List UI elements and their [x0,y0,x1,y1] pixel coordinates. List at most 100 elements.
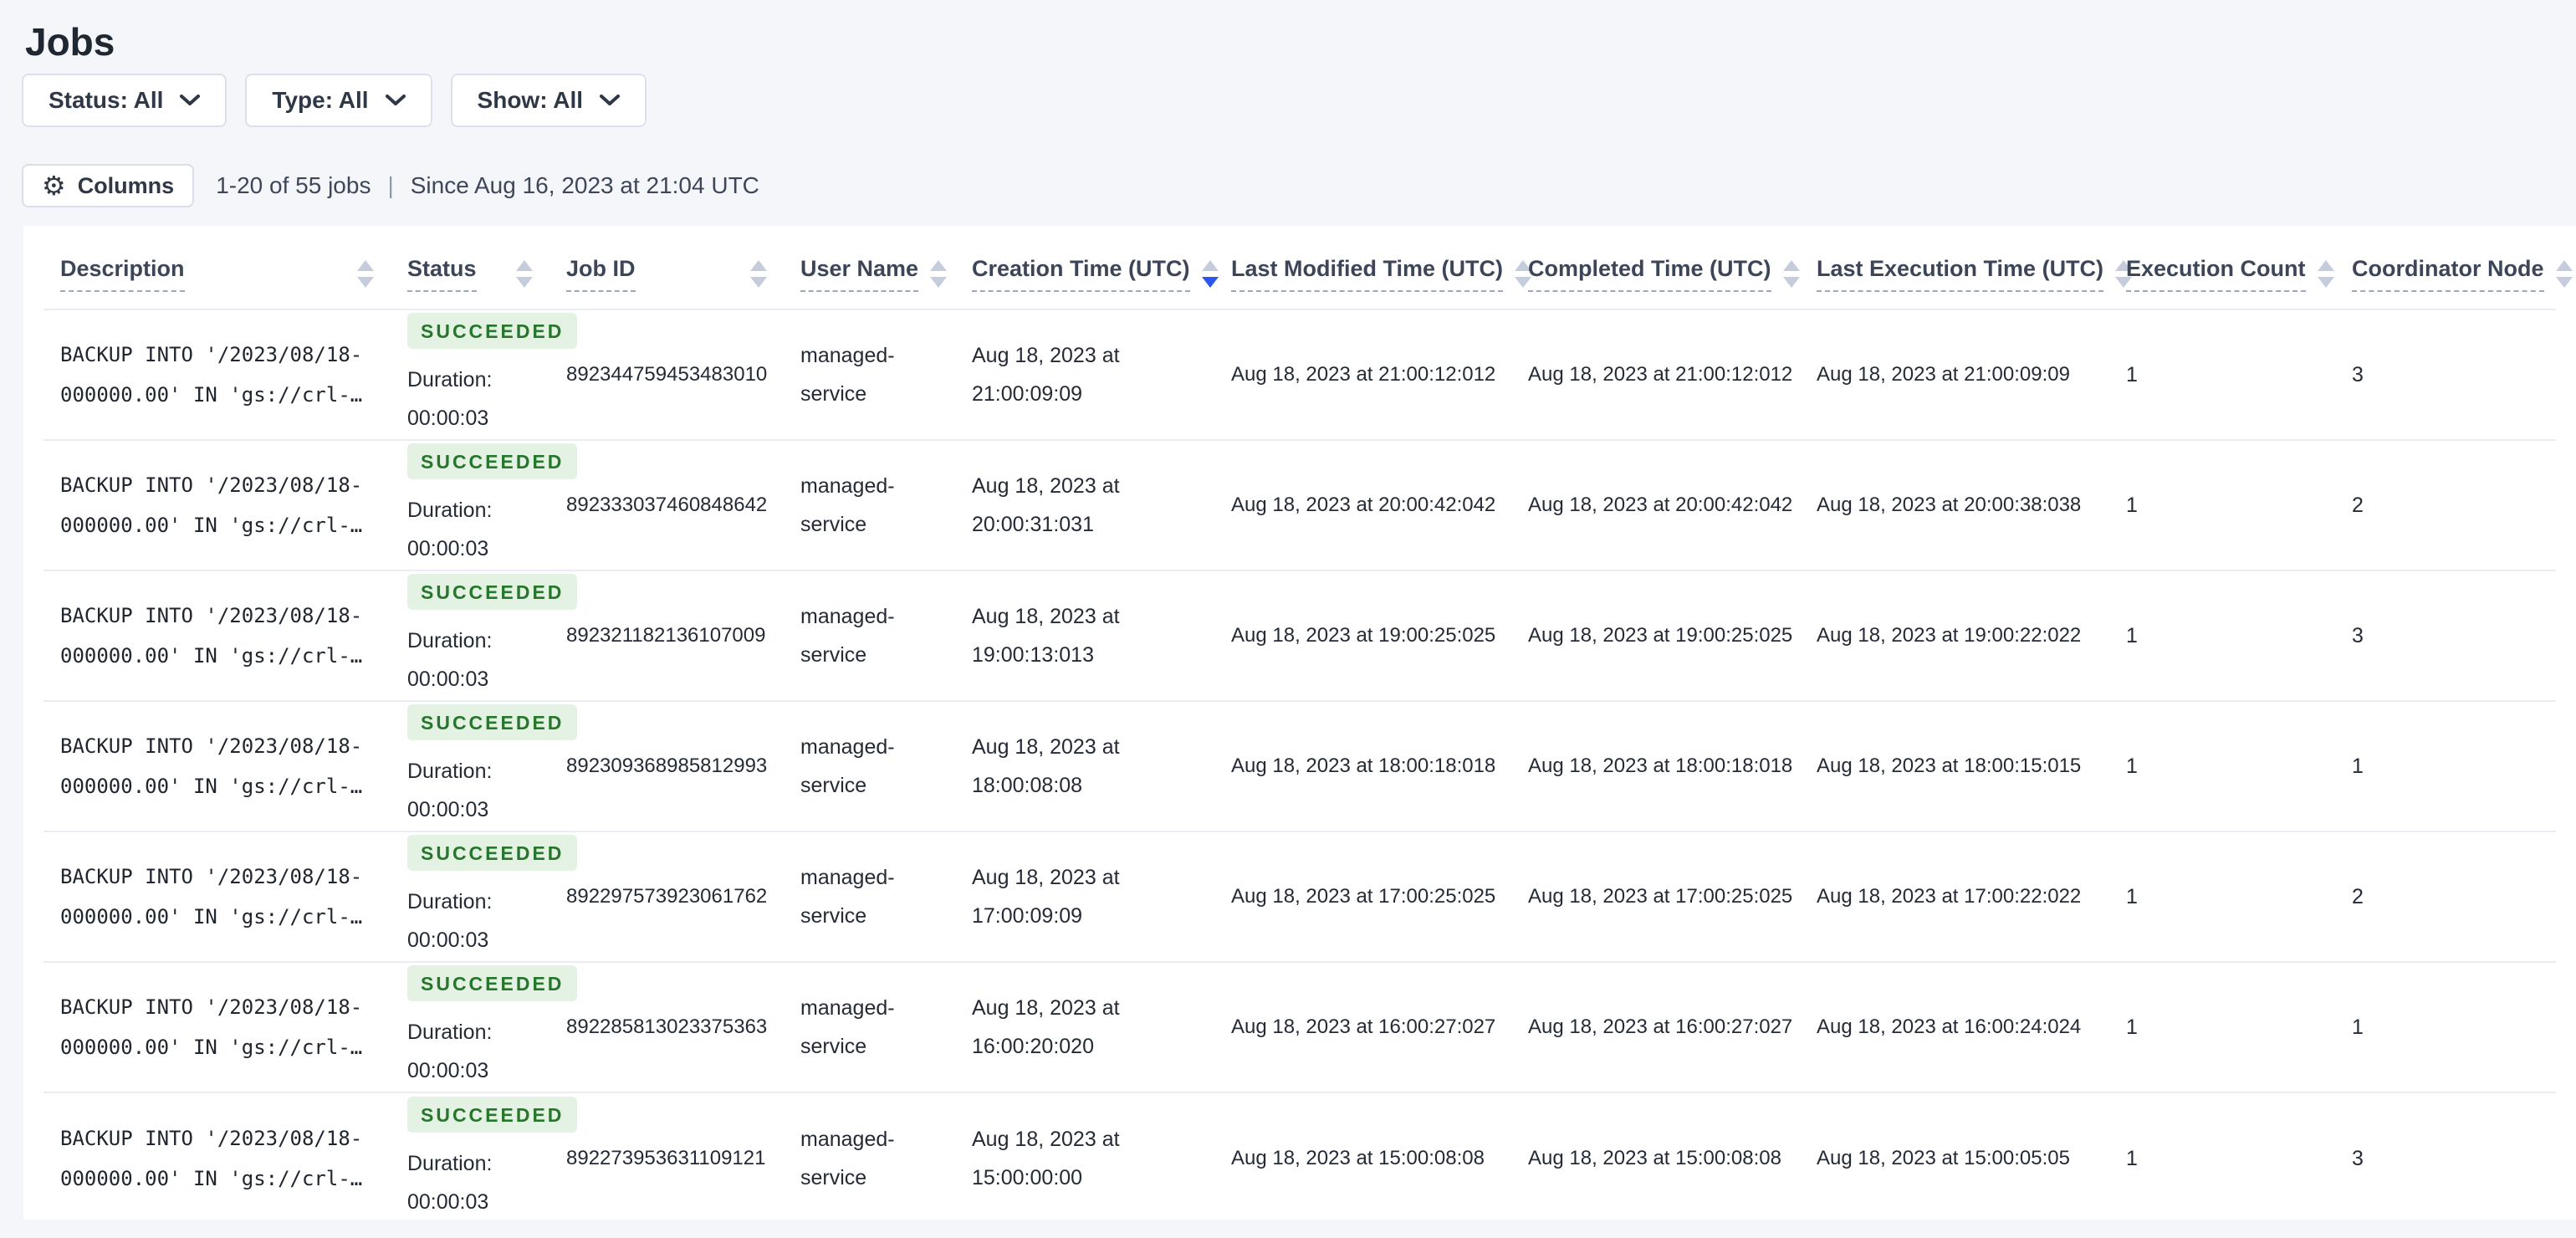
job-description-line1: BACKUP INTO '/2023/08/18- [60,995,363,1019]
description-cell: BACKUP INTO '/2023/08/18- 000000.00' IN … [43,1092,391,1223]
table-row: BACKUP INTO '/2023/08/18- 000000.00' IN … [43,831,2556,963]
execution-count-cell: 1 [2126,1146,2138,1170]
jobs-table-panel: Description Status Job ID User Name Crea… [23,226,2576,1220]
status-filter-dropdown[interactable]: Status: All [22,74,227,127]
table-row: BACKUP INTO '/2023/08/18- 000000.00' IN … [43,310,2556,441]
execution-count-cell: 1 [2109,962,2335,1093]
description-cell: BACKUP INTO '/2023/08/18- 000000.00' IN … [43,831,391,963]
jobs-table-body: BACKUP INTO '/2023/08/18- 000000.00' IN … [43,310,2556,1223]
duration-block: Duration: 00:00:03 [407,491,533,568]
duration-label: Duration: [407,368,493,391]
column-label-execution-count: Execution Count [2126,256,2306,292]
last-modified-time-cell: Aug 18, 2023 at 15:00:08:08 [1231,1146,1485,1169]
table-toolbar: ⚙ Columns 1-20 of 55 jobs | Since Aug 16… [22,164,2576,207]
column-label-job-id: Job ID [566,256,636,292]
user-name-cell: managed-service [784,962,955,1093]
table-row: BACKUP INTO '/2023/08/18- 000000.00' IN … [43,570,2556,702]
status-cell: SUCCEEDED Duration: 00:00:03 [391,440,578,571]
jobs-count: 1-20 of 55 jobs [216,172,371,198]
type-filter-label: Type: All [272,87,369,113]
last-modified-time-cell: Aug 18, 2023 at 19:00:25:025 [1214,570,1511,702]
last-execution-time-cell: Aug 18, 2023 at 21:00:09:09 [1800,310,2109,441]
column-header-completed-time[interactable]: Completed Time (UTC) [1511,226,1800,310]
duration-label: Duration: [407,760,493,783]
job-description-line1: BACKUP INTO '/2023/08/18- [60,473,363,497]
table-header-row: Description Status Job ID User Name Crea… [43,226,2573,310]
table-row: BACKUP INTO '/2023/08/18- 000000.00' IN … [43,962,2556,1093]
job-description-line1: BACKUP INTO '/2023/08/18- [60,604,363,627]
columns-button[interactable]: ⚙ Columns [22,164,195,207]
description-cell: BACKUP INTO '/2023/08/18- 000000.00' IN … [43,570,391,702]
sort-icon-active-desc [1201,260,1219,288]
column-header-description[interactable]: Description [43,226,391,310]
duration-value: 00:00:03 [407,407,489,430]
user-name-cell: managed-service [800,1127,895,1189]
last-modified-time-cell: Aug 18, 2023 at 17:00:25:025 [1214,831,1511,963]
job-id-cell: 892273953631109121 [566,1146,766,1169]
creation-time-cell: Aug 18, 2023 at 15:00:00:00 [972,1127,1120,1189]
column-label-user-name: User Name [800,256,919,292]
job-id-cell: 892344759453483010 [549,310,784,441]
last-modified-time-cell: Aug 18, 2023 at 18:00:18:018 [1214,701,1511,832]
show-filter-dropdown[interactable]: Show: All [450,74,647,127]
description-cell: BACKUP INTO '/2023/08/18- 000000.00' IN … [43,701,391,832]
last-execution-time-cell: Aug 18, 2023 at 15:00:05:05 [1817,1146,2070,1169]
completed-time-cell: Aug 18, 2023 at 18:00:18:018 [1511,701,1800,832]
column-header-execution-count[interactable]: Execution Count [2109,226,2335,310]
chevron-down-icon [600,95,621,105]
completed-time-cell: Aug 18, 2023 at 21:00:12:012 [1511,310,1800,441]
job-id-cell: 892297573923061762 [549,831,784,963]
column-header-user-name[interactable]: User Name [784,226,955,310]
execution-count-cell: 1 [2109,831,2335,963]
duration-value: 00:00:03 [407,537,489,560]
column-header-creation-time[interactable]: Creation Time (UTC) [955,226,1219,310]
column-label-coordinator-node: Coordinator Node [2352,256,2544,292]
duration-value: 00:00:03 [407,928,489,952]
coordinator-node-cell: 3 [2352,1146,2364,1170]
status-cell: SUCCEEDED Duration: 00:00:03 [391,310,578,441]
type-filter-dropdown[interactable]: Type: All [245,74,432,127]
duration-block: Duration: 00:00:03 [407,1144,533,1221]
column-label-last-modified-time: Last Modified Time (UTC) [1231,256,1504,292]
last-execution-time-cell: Aug 18, 2023 at 16:00:24:024 [1800,962,2109,1093]
description-cell: BACKUP INTO '/2023/08/18- 000000.00' IN … [43,440,391,571]
creation-time-cell: Aug 18, 2023 at 19:00:13:013 [955,570,1214,702]
since-timestamp: Since Aug 16, 2023 at 21:04 UTC [410,172,759,198]
column-header-last-modified-time[interactable]: Last Modified Time (UTC) [1214,226,1532,310]
column-label-status: Status [407,256,477,292]
status-badge: SUCCEEDED [407,1096,578,1133]
user-name-cell: managed-service [784,440,955,571]
job-description-line1: BACKUP INTO '/2023/08/18- [60,734,363,758]
status-cell: SUCCEEDED Duration: 00:00:03 [391,1092,578,1223]
results-summary: 1-20 of 55 jobs | Since Aug 16, 2023 at … [216,172,759,199]
table-row: BACKUP INTO '/2023/08/18- 000000.00' IN … [43,1092,2556,1223]
sort-icon [2555,260,2573,288]
sort-icon [2317,260,2334,288]
duration-value: 00:00:03 [407,798,489,821]
duration-value: 00:00:03 [407,668,489,691]
user-name-cell: managed-service [784,831,955,963]
table-row: BACKUP INTO '/2023/08/18- 000000.00' IN … [43,701,2556,832]
status-cell: SUCCEEDED Duration: 00:00:03 [391,701,578,832]
last-execution-time-cell: Aug 18, 2023 at 17:00:22:022 [1800,831,2109,963]
job-description-line2: 000000.00' IN 'gs://crl-… [60,1166,363,1190]
gear-icon: ⚙ [42,170,66,202]
column-header-status[interactable]: Status [391,226,549,310]
column-header-coordinator-node[interactable]: Coordinator Node [2335,226,2573,310]
column-header-last-execution-time[interactable]: Last Execution Time (UTC) [1800,226,2133,310]
status-badge: SUCCEEDED [407,835,578,871]
coordinator-node-cell: 1 [2335,962,2556,1093]
creation-time-cell: Aug 18, 2023 at 17:00:09:09 [955,831,1214,963]
duration-label: Duration: [407,499,493,522]
last-modified-time-cell: Aug 18, 2023 at 16:00:27:027 [1214,962,1511,1093]
job-description-line2: 000000.00' IN 'gs://crl-… [60,514,363,537]
column-header-job-id[interactable]: Job ID [549,226,784,310]
column-label-description: Description [60,256,185,292]
status-badge: SUCCEEDED [407,965,578,1001]
description-cell: BACKUP INTO '/2023/08/18- 000000.00' IN … [43,310,391,441]
column-label-creation-time: Creation Time (UTC) [972,256,1190,292]
duration-label: Duration: [407,629,493,652]
status-filter-label: Status: All [49,87,164,113]
columns-button-label: Columns [77,172,175,198]
last-modified-time-cell: Aug 18, 2023 at 20:00:42:042 [1214,440,1511,571]
